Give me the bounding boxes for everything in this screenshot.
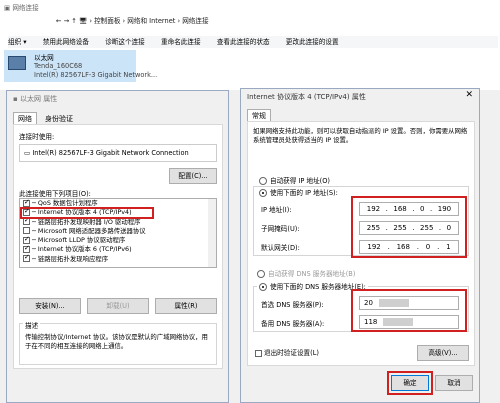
install-button[interactable]: 安装(N)... [19, 298, 81, 314]
dns1-label: 首选 DNS 服务器(P): [261, 301, 324, 309]
explorer-toolbar: 组织 ▾ 禁用此网络设备 诊断这个连接 重命名此连接 查看此连接的状态 更改此连… [8, 36, 498, 48]
dns2-label: 备用 DNS 服务器(A): [261, 320, 325, 328]
network-adapter-icon [8, 56, 26, 70]
ok-highlight [387, 371, 433, 395]
toolbar-status[interactable]: 查看此连接的状态 [217, 38, 270, 46]
adapter-network: Tenda_160C68 [34, 62, 83, 70]
description-title: 描述 [23, 320, 41, 330]
radio-icon[interactable] [259, 177, 267, 185]
radio-icon[interactable] [257, 270, 265, 278]
ip-label: IP 地址(I): [261, 206, 292, 214]
breadcrumb-0[interactable]: 控制面板 [94, 17, 120, 25]
address-bar[interactable]: ← → ↑ 🖥 › 控制面板 › 网络和 Internet › 网络连接 [56, 14, 356, 28]
auto-dns-radio[interactable]: 自动获得 DNS 服务器地址(B) [257, 268, 355, 278]
checkbox-icon[interactable] [23, 216, 30, 225]
uninstall-button[interactable]: 卸载(U) [87, 298, 149, 314]
radio-icon[interactable] [259, 189, 267, 197]
ip-highlight [351, 196, 467, 258]
toolbar-disable[interactable]: 禁用此网络设备 [43, 38, 89, 46]
ipv4-title: Internet 协议版本 4 (TCP/IPv4) 属性 [247, 93, 366, 101]
explorer-title: ▣ 网络连接 [4, 4, 39, 12]
checkbox-icon[interactable] [23, 244, 30, 253]
ipv4-intro: 如果网络支持此功能，则可以获取自动指派的 IP 设置。否则，你需要从网络系统管理… [253, 127, 468, 144]
list-item[interactable]: ─ Internet 协议版本 6 (TCP/IPv6) [20, 244, 216, 254]
list-scrollbar[interactable] [208, 199, 216, 267]
breadcrumb-2[interactable]: 网络连接 [182, 17, 208, 25]
adapter-tile[interactable]: 以太网 Tenda_160C68 Intel(R) 82567LF-3 Giga… [4, 50, 157, 82]
properties-button[interactable]: 属性(R) [155, 298, 217, 314]
adapter-device: Intel(R) 82567LF-3 Gigabit Network... [34, 71, 158, 79]
checkbox-icon[interactable] [255, 349, 262, 357]
use-ip-radio[interactable]: 使用下面的 IP 地址(S): [257, 187, 340, 197]
configure-button[interactable]: 配置(C)... [169, 168, 217, 184]
radio-icon[interactable] [259, 283, 267, 291]
toolbar-change[interactable]: 更改此连接的设置 [286, 38, 339, 46]
validate-checkbox[interactable]: 退出时验证设置(L) [255, 347, 319, 357]
connect-using-label: 连接时使用: [19, 133, 55, 141]
advanced-button[interactable]: 高级(V)... [417, 345, 469, 361]
items-label: 此连接使用下列项目(O): [19, 190, 91, 198]
adapter-box: ▭ Intel(R) 82567LF-3 Gigabit Network Con… [19, 144, 217, 162]
close-icon[interactable]: ✕ [465, 90, 473, 100]
checkbox-icon[interactable] [23, 227, 30, 235]
dialog-title: ▪ 以太网 属性 [13, 95, 58, 103]
dns-highlight [351, 289, 467, 332]
ipv4-highlight [20, 207, 154, 219]
explorer-window: ▣ 网络连接 ← → ↑ 🖥 › 控制面板 › 网络和 Internet › 网… [0, 0, 500, 90]
toolbar-diagnose[interactable]: 诊断这个连接 [105, 38, 145, 46]
toolbar-rename[interactable]: 重命名此连接 [161, 38, 201, 46]
description-text: 传输控制协议/Internet 协议。该协议是默认的广域网络协议，用于在不同的相… [25, 333, 208, 350]
checkbox-icon[interactable] [23, 235, 30, 244]
adapter-name: 以太网 [34, 54, 54, 62]
toolbar-organize[interactable]: 组织 ▾ [8, 38, 27, 46]
cancel-button[interactable]: 取消 [435, 375, 473, 391]
ipv4-dialog: Internet 协议版本 4 (TCP/IPv4) 属性 ✕ 常规 如果网络支… [240, 88, 480, 403]
list-item[interactable]: ─ Microsoft 网络适配器多路传送器协议 [20, 227, 216, 236]
list-item[interactable]: ─ 链路层拓扑发现响应程序 [20, 253, 216, 264]
mask-label: 子网掩码(U): [261, 225, 300, 233]
checkbox-icon[interactable] [23, 253, 30, 263]
checkbox-icon[interactable] [23, 199, 30, 207]
ethernet-properties-dialog: ▪ 以太网 属性 网络 身份验证 连接时使用: ▭ Intel(R) 82567… [6, 90, 229, 403]
breadcrumb-1[interactable]: 网络和 Internet [127, 17, 175, 25]
auto-ip-radio[interactable]: 自动获得 IP 地址(O) [257, 175, 333, 185]
ethernet-icon: ▪ [13, 95, 18, 103]
gateway-label: 默认网关(D): [261, 244, 300, 252]
